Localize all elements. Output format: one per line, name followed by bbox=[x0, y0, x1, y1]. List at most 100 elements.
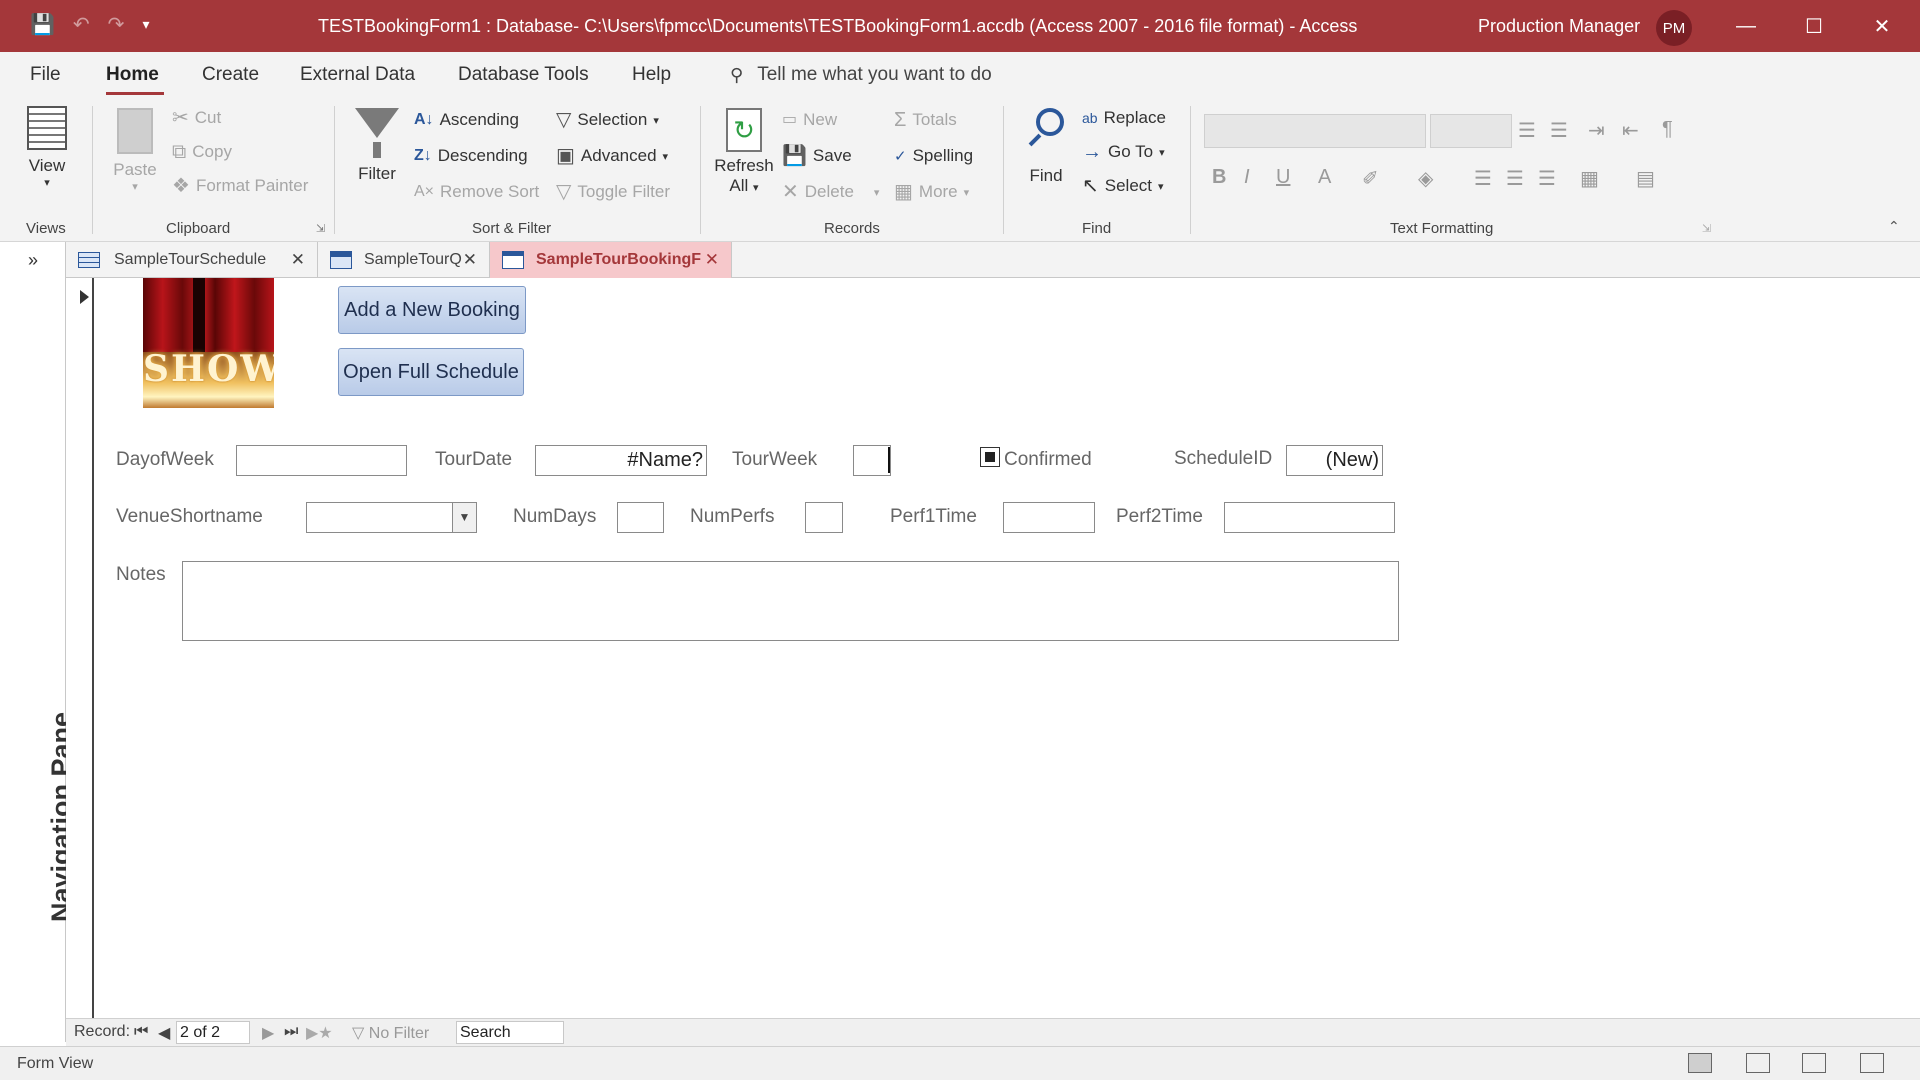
bullets-icon[interactable]: ☰ bbox=[1518, 118, 1536, 143]
align-left-icon[interactable]: ☰ bbox=[1474, 166, 1492, 191]
doc-tab-sampletourschedule[interactable]: SampleTourSchedule ✕ bbox=[66, 242, 318, 278]
magnifier-icon bbox=[1026, 108, 1066, 152]
close-tab-icon[interactable]: ✕ bbox=[291, 250, 305, 270]
user-name[interactable]: Production Manager bbox=[1478, 16, 1640, 37]
last-record-icon[interactable]: ⏭ bbox=[284, 1023, 298, 1041]
previous-record-icon[interactable]: ◀ bbox=[158, 1023, 170, 1043]
perf1time-field[interactable] bbox=[1003, 502, 1095, 533]
expand-nav-icon[interactable]: » bbox=[28, 250, 38, 271]
align-center-icon[interactable]: ☰ bbox=[1506, 166, 1524, 191]
font-color-icon[interactable]: A bbox=[1318, 166, 1331, 189]
undo-icon[interactable]: ↶ bbox=[73, 12, 90, 37]
maximize-icon[interactable]: ☐ bbox=[1780, 0, 1848, 52]
replace-button[interactable]: ab Replace bbox=[1082, 108, 1166, 128]
fill-color-icon[interactable]: ◈ bbox=[1418, 166, 1433, 191]
venueshortname-combo[interactable]: ▼ bbox=[306, 502, 477, 533]
notes-field[interactable] bbox=[182, 561, 1399, 641]
advanced-button[interactable]: ▣ Advanced ▾ bbox=[556, 146, 668, 166]
numperfs-field[interactable] bbox=[805, 502, 843, 533]
totals-button[interactable]: Σ Totals bbox=[894, 110, 957, 130]
filter-button[interactable]: Filter bbox=[352, 108, 402, 184]
new-record-icon[interactable]: ▶★ bbox=[306, 1023, 333, 1043]
datasheet-view-icon[interactable] bbox=[1746, 1053, 1770, 1073]
cut-button[interactable]: ✂ Cut bbox=[172, 108, 221, 128]
tab-database-tools[interactable]: Database Tools bbox=[458, 64, 589, 86]
current-record-field[interactable]: 2 of 2 bbox=[176, 1021, 250, 1044]
format-painter-button[interactable]: ❖ Format Painter bbox=[172, 176, 308, 196]
descending-button[interactable]: Z↓ Descending bbox=[414, 146, 528, 166]
increase-indent-icon[interactable]: ⇥ bbox=[1588, 118, 1605, 143]
close-tab-icon[interactable]: ✕ bbox=[463, 250, 477, 270]
font-size-combo[interactable] bbox=[1430, 114, 1512, 148]
selection-button[interactable]: ▽ Selection ▾ bbox=[556, 110, 659, 130]
paste-button[interactable]: Paste ▾ bbox=[110, 108, 160, 193]
select-label: Select bbox=[1104, 176, 1153, 195]
design-view-icon[interactable] bbox=[1860, 1053, 1884, 1073]
italic-icon[interactable]: I bbox=[1244, 166, 1250, 189]
dialog-launcher-icon[interactable]: ⇲ bbox=[316, 222, 325, 235]
numdays-field[interactable] bbox=[617, 502, 664, 533]
chevron-down-icon: ▾ bbox=[1159, 146, 1165, 159]
tab-external-data[interactable]: External Data bbox=[300, 64, 415, 86]
no-filter-button[interactable]: ▽ No Filter bbox=[352, 1023, 429, 1043]
layout-view-icon[interactable] bbox=[1802, 1053, 1826, 1073]
redo-icon[interactable]: ↷ bbox=[108, 12, 125, 37]
next-record-icon[interactable]: ▶ bbox=[262, 1023, 274, 1043]
close-tab-icon[interactable]: ✕ bbox=[705, 250, 719, 270]
tourdate-field[interactable]: #Name? bbox=[535, 445, 707, 476]
doc-tab-sampletourbookingf[interactable]: SampleTourBookingF ✕ bbox=[490, 242, 732, 278]
font-name-combo[interactable] bbox=[1204, 114, 1426, 148]
new-record-button[interactable]: ▭ New bbox=[782, 110, 837, 130]
divider bbox=[92, 106, 93, 234]
bold-icon[interactable]: B bbox=[1212, 166, 1226, 189]
more-button[interactable]: ▦ More ▾ bbox=[894, 182, 969, 202]
tab-file[interactable]: File bbox=[30, 64, 61, 86]
spelling-button[interactable]: ✓ Spelling bbox=[894, 146, 973, 166]
save-record-button[interactable]: 💾 Save bbox=[782, 146, 852, 166]
tab-home[interactable]: Home bbox=[106, 64, 159, 86]
tell-me-box[interactable]: ⚲ Tell me what you want to do bbox=[730, 64, 992, 86]
form-view-icon[interactable] bbox=[1688, 1053, 1712, 1073]
first-record-icon[interactable]: ⏮ bbox=[134, 1023, 148, 1041]
refresh-all-button[interactable]: ↻ Refresh All ▾ bbox=[714, 108, 774, 196]
tab-help[interactable]: Help bbox=[632, 64, 671, 86]
add-new-booking-button[interactable]: Add a New Booking bbox=[338, 286, 526, 334]
conditional-format-icon[interactable]: ▦ bbox=[1580, 166, 1599, 191]
delete-button[interactable]: ✕ Delete ▾ bbox=[782, 182, 879, 202]
minimize-icon[interactable]: — bbox=[1712, 0, 1780, 52]
gridlines-icon[interactable]: ▤ bbox=[1636, 166, 1655, 191]
doc-tab-sampletourq[interactable]: SampleTourQ ✕ bbox=[318, 242, 490, 278]
scheduleid-field[interactable]: (New) bbox=[1286, 445, 1383, 476]
search-input[interactable]: Search bbox=[456, 1021, 564, 1044]
avatar[interactable]: PM bbox=[1656, 10, 1692, 46]
paragraph-direction-icon[interactable]: ¶ bbox=[1662, 118, 1673, 141]
remove-sort-button[interactable]: A× Remove Sort bbox=[414, 182, 539, 202]
view-button[interactable]: View ▾ bbox=[22, 106, 72, 189]
customize-qat-icon[interactable]: ▾ bbox=[142, 16, 149, 33]
underline-icon[interactable]: U bbox=[1276, 166, 1290, 189]
numbering-icon[interactable]: ☰ bbox=[1550, 118, 1568, 143]
select-button[interactable]: ↖ Select ▾ bbox=[1082, 176, 1164, 196]
ascending-button[interactable]: A↓ Ascending bbox=[414, 110, 519, 130]
confirmed-checkbox[interactable] bbox=[980, 447, 1000, 467]
navigation-pane[interactable]: » Navigation Pane bbox=[6, 242, 76, 1042]
toggle-filter-button[interactable]: ▽ Toggle Filter bbox=[556, 182, 670, 202]
find-button[interactable]: Find bbox=[1020, 108, 1072, 186]
collapse-ribbon-icon[interactable]: ⌃ bbox=[1888, 218, 1900, 235]
tourweek-field[interactable] bbox=[853, 445, 891, 476]
dialog-launcher-icon[interactable]: ⇲ bbox=[1702, 222, 1711, 235]
highlight-icon[interactable]: ✐ bbox=[1362, 166, 1379, 191]
decrease-indent-icon[interactable]: ⇤ bbox=[1622, 118, 1639, 143]
chevron-down-icon[interactable]: ▼ bbox=[452, 503, 476, 532]
perf2time-field[interactable] bbox=[1224, 502, 1395, 533]
goto-button[interactable]: → Go To ▾ bbox=[1082, 142, 1165, 162]
record-selector[interactable] bbox=[66, 278, 94, 1018]
open-full-schedule-button[interactable]: Open Full Schedule bbox=[338, 348, 524, 396]
save-icon[interactable]: 💾 bbox=[30, 12, 55, 37]
copy-button[interactable]: ⧉ Copy bbox=[172, 142, 232, 162]
close-icon[interactable]: ✕ bbox=[1848, 0, 1916, 52]
dayofweek-field[interactable] bbox=[236, 445, 407, 476]
tab-create[interactable]: Create bbox=[202, 64, 259, 86]
confirmed-label: Confirmed bbox=[1004, 449, 1092, 470]
align-right-icon[interactable]: ☰ bbox=[1538, 166, 1556, 191]
